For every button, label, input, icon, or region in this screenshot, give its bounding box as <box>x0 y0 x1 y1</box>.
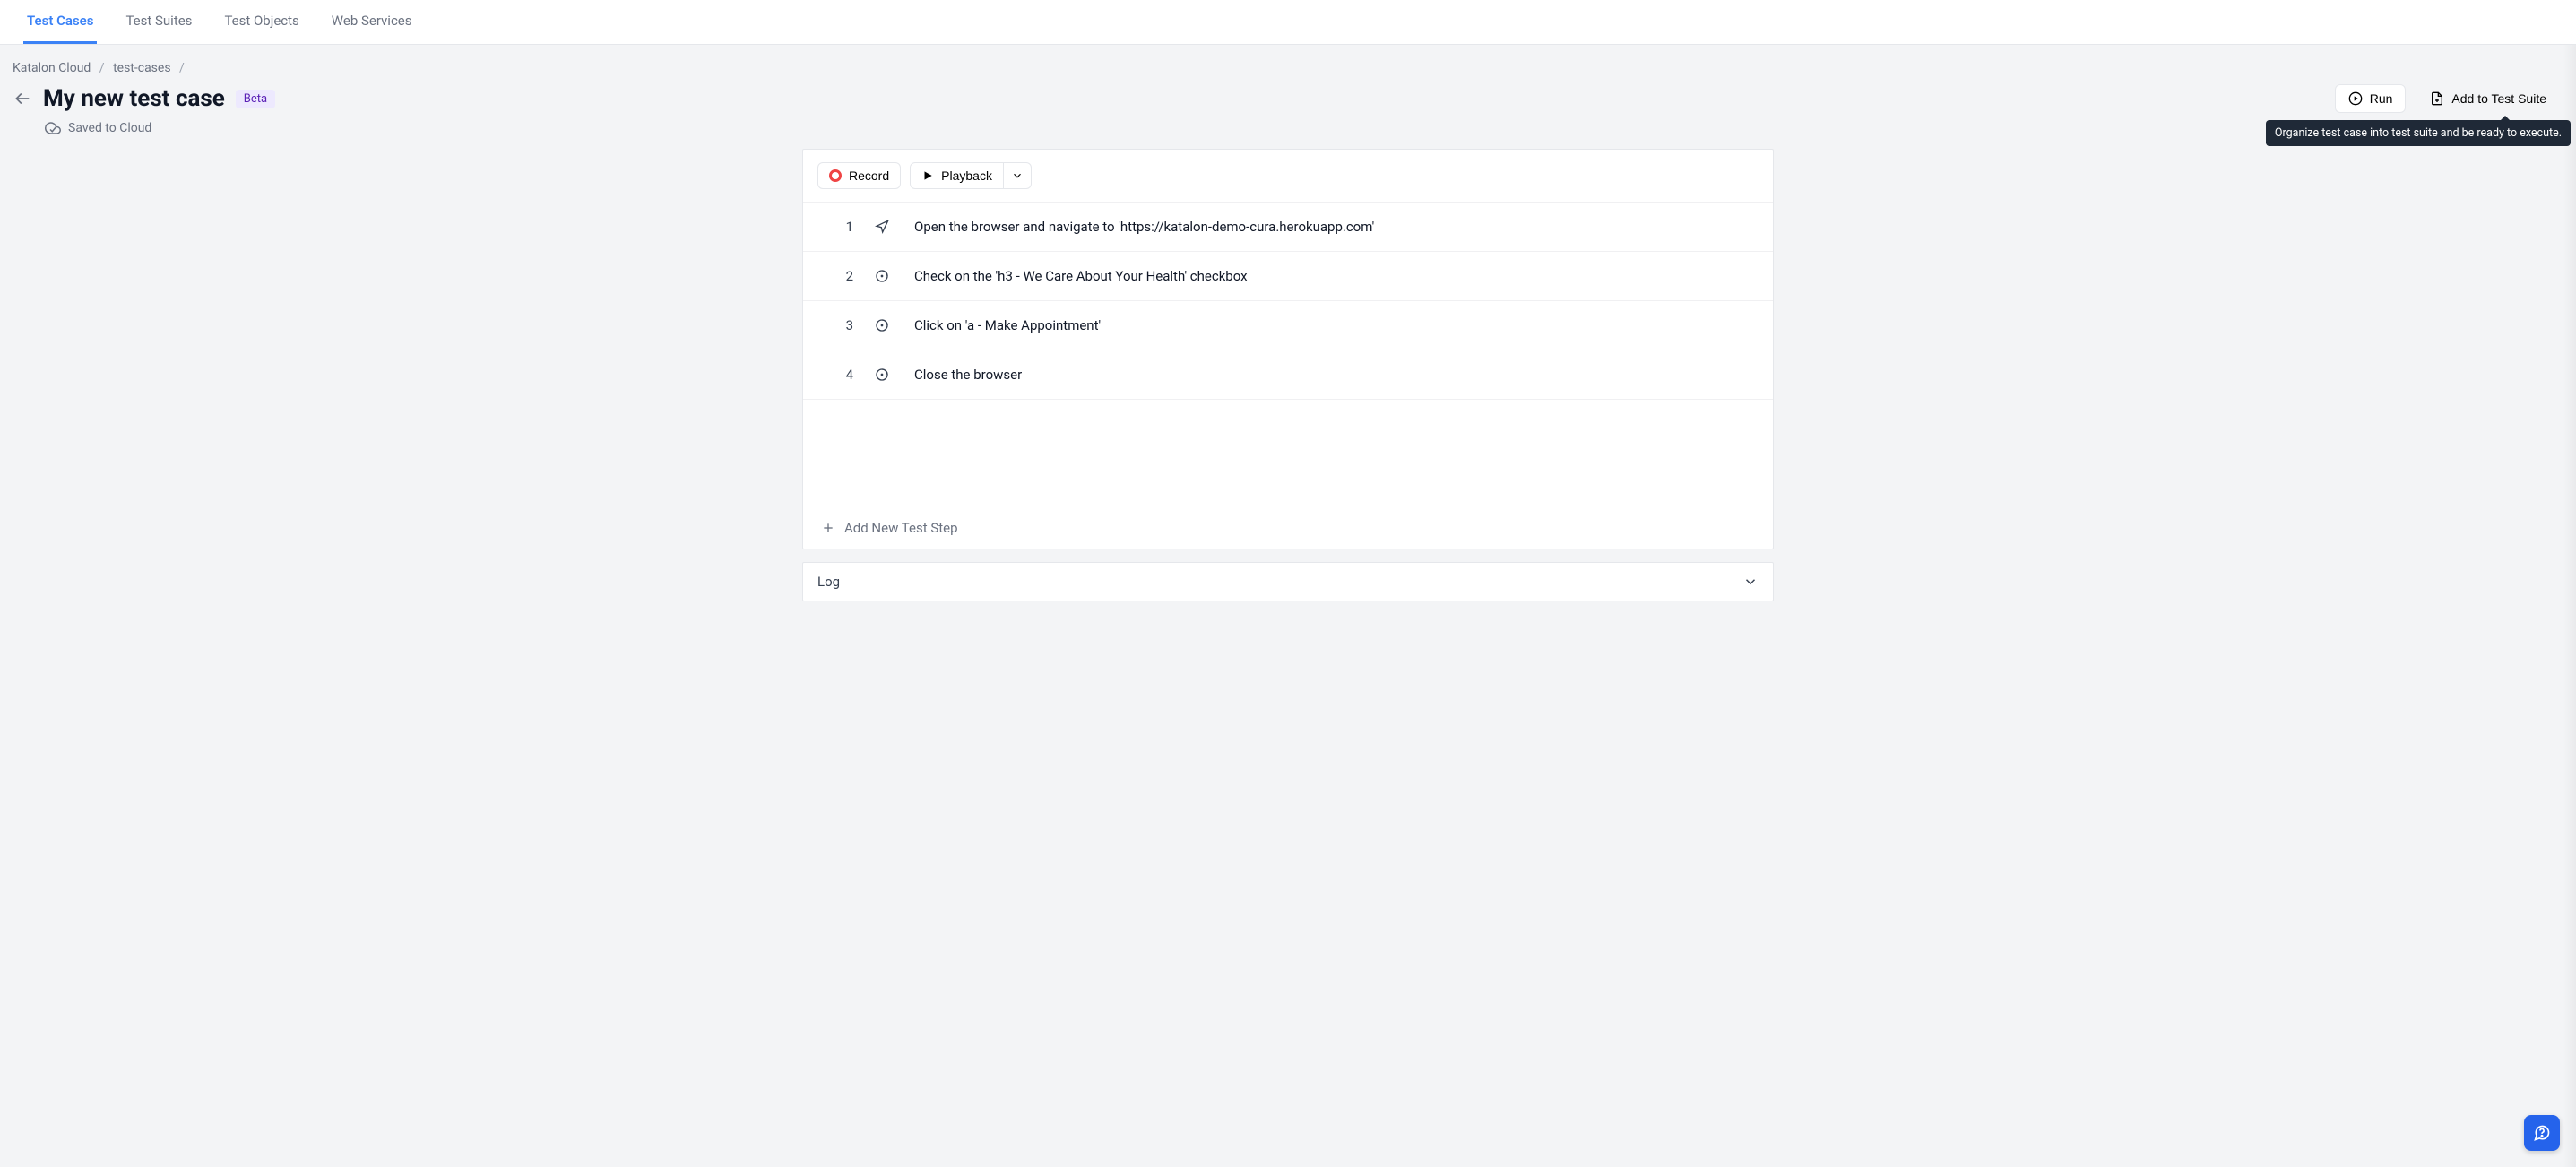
add-to-suite-tooltip: Organize test case into test suite and b… <box>2266 120 2571 146</box>
step-row[interactable]: 4 Close the browser <box>803 350 1773 400</box>
step-number: 3 <box>817 317 853 333</box>
tab-web-services[interactable]: Web Services <box>328 0 416 44</box>
breadcrumb-sep: / <box>99 61 105 75</box>
step-number: 4 <box>817 367 853 383</box>
top-tabs: Test Cases Test Suites Test Objects Web … <box>0 0 2576 45</box>
step-number: 1 <box>817 219 853 235</box>
step-description: Close the browser <box>914 367 1022 383</box>
tab-test-objects[interactable]: Test Objects <box>220 0 302 44</box>
help-fab-button[interactable] <box>2524 1115 2560 1151</box>
steps-list: 1 Open the browser and navigate to 'http… <box>803 203 1773 507</box>
target-icon <box>875 318 893 333</box>
breadcrumb-sep: / <box>179 61 185 75</box>
cloud-check-icon <box>45 120 61 136</box>
step-number: 2 <box>817 268 853 284</box>
step-row[interactable]: 2 Check on the 'h3 - We Care About Your … <box>803 252 1773 301</box>
step-description: Check on the 'h3 - We Care About Your He… <box>914 268 1248 284</box>
target-icon <box>875 269 893 283</box>
breadcrumb-root[interactable]: Katalon Cloud <box>13 61 91 75</box>
log-title: Log <box>817 574 840 590</box>
tab-test-cases[interactable]: Test Cases <box>23 0 97 44</box>
back-arrow-icon[interactable] <box>13 89 32 108</box>
target-icon <box>875 367 893 382</box>
scrollbar-edge <box>2563 45 2576 1167</box>
chevron-down-icon <box>1742 574 1759 590</box>
step-row[interactable]: 3 Click on 'a - Make Appointment' <box>803 301 1773 350</box>
record-button-label: Record <box>849 169 889 183</box>
plus-icon <box>821 521 835 535</box>
breadcrumb-level1[interactable]: test-cases <box>113 61 171 75</box>
play-icon <box>921 169 934 182</box>
saved-status-label: Saved to Cloud <box>68 121 151 135</box>
run-button[interactable]: Run <box>2335 84 2407 113</box>
beta-badge: Beta <box>236 90 275 108</box>
page-title: My new test case <box>43 85 225 112</box>
record-icon <box>829 169 842 182</box>
step-description: Click on 'a - Make Appointment' <box>914 317 1101 333</box>
log-panel-header[interactable]: Log <box>802 562 1774 601</box>
playback-button[interactable]: Playback <box>910 162 1004 189</box>
add-new-test-step-button[interactable]: Add New Test Step <box>803 507 1773 549</box>
run-button-label: Run <box>2370 91 2393 106</box>
breadcrumb: Katalon Cloud / test-cases / <box>11 61 2565 82</box>
help-chat-icon <box>2533 1124 2551 1142</box>
playback-button-label: Playback <box>941 169 992 183</box>
add-to-test-suite-label: Add to Test Suite <box>2451 91 2546 106</box>
record-button[interactable]: Record <box>817 162 901 189</box>
chevron-down-icon <box>1011 169 1024 182</box>
add-to-test-suite-button[interactable]: Add to Test Suite <box>2416 84 2560 113</box>
navigate-icon <box>875 220 893 234</box>
saved-status-row: Saved to Cloud <box>11 118 2565 149</box>
add-step-label: Add New Test Step <box>844 520 958 536</box>
steps-panel: Record Playback <box>802 149 1774 549</box>
file-plus-icon <box>2430 91 2444 106</box>
play-circle-icon <box>2348 91 2363 106</box>
step-row[interactable]: 1 Open the browser and navigate to 'http… <box>803 203 1773 252</box>
tab-test-suites[interactable]: Test Suites <box>122 0 195 44</box>
step-description: Open the browser and navigate to 'https:… <box>914 219 1374 235</box>
playback-dropdown-button[interactable] <box>1004 162 1032 189</box>
